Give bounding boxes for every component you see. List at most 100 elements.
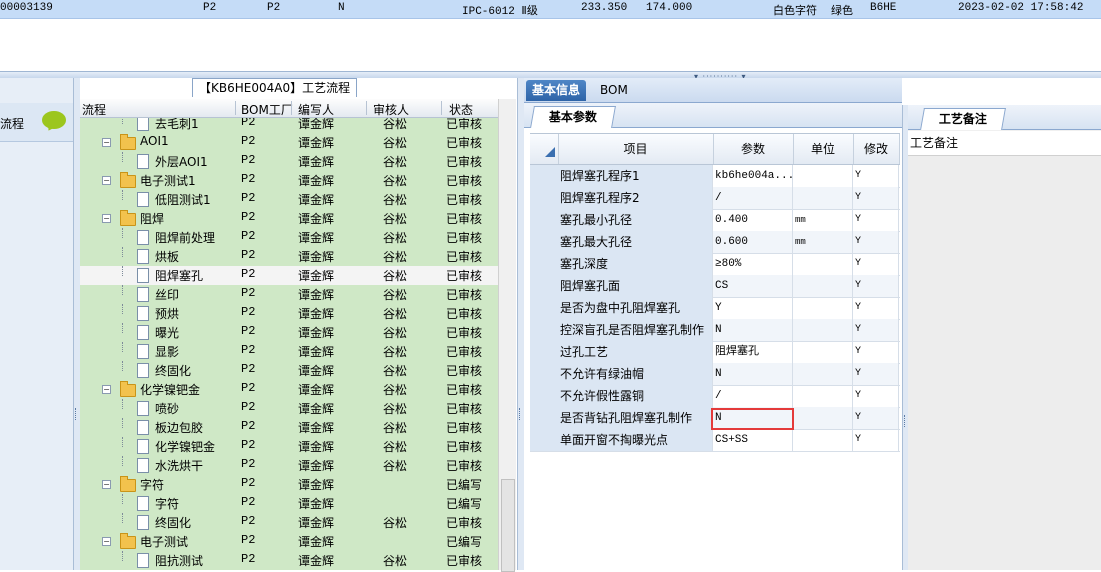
- parameter-row[interactable]: 单面开窗不掏曝光点 CS+SS Y: [530, 429, 900, 452]
- param-modify[interactable]: Y: [853, 165, 899, 187]
- param-value[interactable]: 0.400: [713, 209, 793, 231]
- parameter-row[interactable]: 控深盲孔是否阻焊塞孔制作 N Y: [530, 319, 900, 342]
- col-header-reviewer[interactable]: 审核人: [373, 101, 409, 118]
- parameter-row[interactable]: 阻焊塞孔面 CS Y: [530, 275, 900, 298]
- param-unit: [793, 297, 853, 319]
- tree-row[interactable]: 板边包胶 P2 谭金辉 谷松 已审核: [80, 418, 498, 437]
- col-header-unit[interactable]: 单位: [793, 134, 854, 164]
- param-value[interactable]: /: [713, 187, 793, 209]
- horizontal-splitter[interactable]: ▾ ·········· ▾: [0, 71, 1101, 81]
- tree-row[interactable]: − AOI1 P2 谭金辉 谷松 已审核: [80, 133, 498, 152]
- parameter-row[interactable]: 阻焊塞孔程序1 kb6he004a... Y: [530, 165, 900, 188]
- param-modify[interactable]: Y: [853, 209, 899, 231]
- tree-row[interactable]: 喷砂 P2 谭金辉 谷松 已审核: [80, 399, 498, 418]
- tree-row-factory: P2: [241, 267, 256, 281]
- parameter-row[interactable]: 是否为盘中孔阻焊塞孔 Y Y: [530, 297, 900, 320]
- row-indicator: [530, 209, 559, 231]
- parameter-row[interactable]: 不允许有绿油帽 N Y: [530, 363, 900, 386]
- param-modify[interactable]: Y: [853, 429, 899, 451]
- tree-row[interactable]: 阻抗测试 P2 谭金辉 谷松 已审核: [80, 551, 498, 570]
- collapse-toggle-icon[interactable]: −: [102, 385, 111, 394]
- param-modify[interactable]: Y: [853, 319, 899, 341]
- tree-row-name: 字符: [140, 478, 165, 492]
- tree-row[interactable]: − 电子测试1 P2 谭金辉 谷松 已审核: [80, 171, 498, 190]
- tab-basic-params[interactable]: 基本参数: [530, 106, 616, 128]
- tree-row[interactable]: 丝印 P2 谭金辉 谷松 已审核: [80, 285, 498, 304]
- param-value[interactable]: /: [713, 385, 793, 407]
- col-header-modify[interactable]: 修改: [853, 134, 900, 164]
- tree-row-factory: P2: [241, 134, 256, 148]
- param-value[interactable]: N: [713, 363, 793, 385]
- col-header-factory[interactable]: BOM工厂: [241, 101, 293, 118]
- tree-row[interactable]: 阻焊前处理 P2 谭金辉 谷松 已审核: [80, 228, 498, 247]
- param-unit: mm: [793, 209, 853, 231]
- tree-row[interactable]: 阻焊塞孔 P2 谭金辉 谷松 已审核: [80, 266, 498, 285]
- tree-row[interactable]: 终固化 P2 谭金辉 谷松 已审核: [80, 513, 498, 532]
- tree-row[interactable]: 化学镍钯金 P2 谭金辉 谷松 已审核: [80, 437, 498, 456]
- parameter-row[interactable]: 过孔工艺 阻焊塞孔 Y: [530, 341, 900, 364]
- collapse-toggle-icon[interactable]: −: [102, 214, 111, 223]
- tree-row[interactable]: 外层AOI1 P2 谭金辉 谷松 已审核: [80, 152, 498, 171]
- tree-row[interactable]: 去毛刺1 P2 谭金辉 谷松 已审核: [80, 118, 498, 133]
- col-header-writer[interactable]: 编写人: [298, 101, 334, 118]
- folder-icon: [120, 134, 136, 150]
- collapse-toggle-icon[interactable]: −: [102, 537, 111, 546]
- tree-row[interactable]: 低阻测试1 P2 谭金辉 谷松 已审核: [80, 190, 498, 209]
- param-modify[interactable]: Y: [853, 187, 899, 209]
- notes-content[interactable]: [908, 156, 1101, 570]
- collapse-toggle-icon[interactable]: −: [102, 480, 111, 489]
- row-indicator: [530, 319, 559, 341]
- top-record-row[interactable]: 00003139 P2 P2 N IPC-6012 Ⅱ级 233.350 174…: [0, 0, 1101, 19]
- tab-bom[interactable]: BOM: [594, 80, 634, 101]
- tab-process-notes[interactable]: 工艺备注: [920, 108, 1006, 130]
- tree-row[interactable]: 水洗烘干 P2 谭金辉 谷松 已审核: [80, 456, 498, 475]
- tree-connector: [122, 399, 123, 409]
- param-value[interactable]: kb6he004a...: [713, 165, 793, 187]
- param-value[interactable]: N: [713, 319, 793, 341]
- col-header-item[interactable]: 项目: [558, 134, 714, 164]
- collapse-toggle-icon[interactable]: −: [102, 138, 111, 147]
- param-modify[interactable]: Y: [853, 297, 899, 319]
- tree-row[interactable]: 预烘 P2 谭金辉 谷松 已审核: [80, 304, 498, 323]
- tree-row-name: 外层AOI1: [155, 155, 208, 169]
- collapse-toggle-icon[interactable]: −: [102, 176, 111, 185]
- tree-row[interactable]: 烘板 P2 谭金辉 谷松 已审核: [80, 247, 498, 266]
- tree-row[interactable]: 曝光 P2 谭金辉 谷松 已审核: [80, 323, 498, 342]
- tree-row[interactable]: − 阻焊 P2 谭金辉 谷松 已审核: [80, 209, 498, 228]
- parameter-row[interactable]: 塞孔最小孔径 0.400 mm Y: [530, 209, 900, 232]
- param-value[interactable]: 阻焊塞孔: [713, 341, 793, 363]
- tab-basic-info[interactable]: 基本信息: [526, 80, 587, 101]
- param-value[interactable]: 0.600: [713, 231, 793, 253]
- tree-row-status: 已审核: [446, 383, 483, 397]
- param-modify[interactable]: Y: [853, 275, 899, 297]
- param-modify[interactable]: Y: [853, 407, 899, 429]
- tree-row[interactable]: − 电子测试 P2 谭金辉 已编写: [80, 532, 498, 551]
- param-modify[interactable]: Y: [853, 341, 899, 363]
- record-field: P2: [267, 2, 281, 14]
- nav-item-flow[interactable]: 流程: [0, 103, 73, 142]
- scrollbar-thumb[interactable]: [501, 479, 515, 572]
- param-modify[interactable]: Y: [853, 363, 899, 385]
- col-header-status[interactable]: 状态: [449, 101, 473, 118]
- tree-row-name: 阻焊塞孔: [155, 269, 204, 283]
- tree-row[interactable]: 字符 P2 谭金辉 已编写: [80, 494, 498, 513]
- tree-row[interactable]: − 化学镍钯金 P2 谭金辉 谷松 已审核: [80, 380, 498, 399]
- param-value[interactable]: CS+SS: [713, 429, 793, 451]
- tree-row[interactable]: 显影 P2 谭金辉 谷松 已审核: [80, 342, 498, 361]
- param-value[interactable]: Y: [713, 297, 793, 319]
- param-value[interactable]: ≥80%: [713, 253, 793, 275]
- param-modify[interactable]: Y: [853, 253, 899, 275]
- parameter-row[interactable]: 不允许假性露铜 / Y: [530, 385, 900, 408]
- param-modify[interactable]: Y: [853, 385, 899, 407]
- tree-scrollbar[interactable]: [498, 99, 516, 572]
- parameter-row[interactable]: 阻焊塞孔程序2/ Y: [530, 187, 900, 210]
- param-modify[interactable]: Y: [853, 231, 899, 253]
- col-header-value[interactable]: 参数: [713, 134, 794, 164]
- folder-icon: [120, 381, 136, 397]
- col-header-flow[interactable]: 流程: [82, 101, 106, 118]
- tree-row[interactable]: − 字符 P2 谭金辉 已编写: [80, 475, 498, 494]
- tree-row[interactable]: 终固化 P2 谭金辉 谷松 已审核: [80, 361, 498, 380]
- parameter-row[interactable]: 塞孔最大孔径 0.600 mm Y: [530, 231, 900, 254]
- parameter-row[interactable]: 塞孔深度 ≥80% Y: [530, 253, 900, 276]
- param-value[interactable]: CS: [713, 275, 793, 297]
